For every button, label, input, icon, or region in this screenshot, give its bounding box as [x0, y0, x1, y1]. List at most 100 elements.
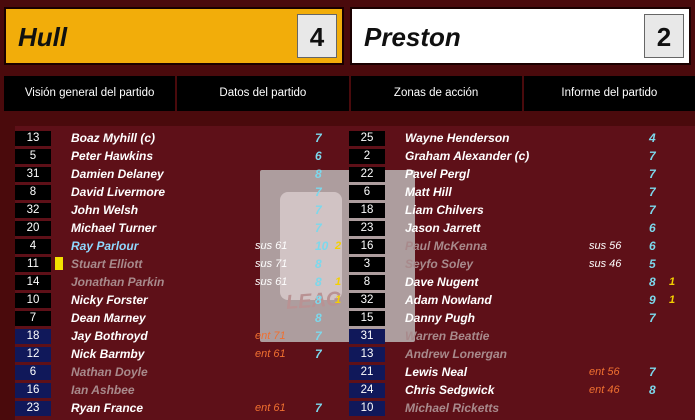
player-name[interactable]: Ryan France	[71, 400, 143, 417]
player-rating: 7	[649, 365, 656, 379]
player-name[interactable]: Nicky Forster	[71, 292, 148, 309]
shirt-number: 11	[15, 257, 51, 272]
yellow-card-icon	[55, 257, 63, 270]
player-name[interactable]: Adam Nowland	[405, 292, 492, 309]
home-player-row[interactable]: 10 Nicky Forster 8 1	[15, 292, 345, 309]
player-name[interactable]: Danny Pugh	[405, 310, 475, 327]
player-name[interactable]: Graham Alexander (c)	[405, 148, 529, 165]
player-name[interactable]: Matt Hill	[405, 184, 452, 201]
player-name[interactable]: Warren Beattie	[405, 328, 489, 345]
player-name[interactable]: Nick Barmby	[71, 346, 144, 363]
shirt-number: 8	[349, 275, 385, 290]
substitution-event: sus 46	[589, 258, 622, 270]
player-name[interactable]: Paul McKenna	[405, 238, 487, 255]
away-player-row[interactable]: 22 Pavel Pergl 7	[349, 166, 679, 183]
tab-match-report[interactable]: Informe del partido	[523, 76, 695, 111]
home-player-row[interactable]: 8 David Livermore 7	[15, 184, 345, 201]
player-name[interactable]: Lewis Neal	[405, 364, 467, 381]
player-name[interactable]: Chris Sedgwick	[405, 382, 494, 399]
shirt-number: 16	[15, 383, 51, 398]
player-rating: 8	[315, 257, 322, 271]
away-score: 2	[644, 14, 684, 58]
away-player-row[interactable]: 15 Danny Pugh 7	[349, 310, 679, 327]
substitution-event: ent 61	[255, 348, 286, 360]
player-rating: 8	[315, 293, 322, 307]
shirt-number: 10	[349, 401, 385, 416]
player-name[interactable]: Liam Chilvers	[405, 202, 484, 219]
shirt-number: 8	[15, 185, 51, 200]
home-player-row[interactable]: 5 Peter Hawkins 6	[15, 148, 345, 165]
home-player-row[interactable]: 6 Nathan Doyle	[15, 364, 345, 381]
away-player-row[interactable]: 3 Seyfo Soley sus 46 5	[349, 256, 679, 273]
home-player-row[interactable]: 20 Michael Turner 7	[15, 220, 345, 237]
player-name[interactable]: Stuart Elliott	[71, 256, 142, 273]
lineups-panel: LEAG 13 Boaz Myhill (c) 7 5 Peter Hawkins 6 31…	[15, 126, 695, 420]
player-rating: 8	[649, 275, 656, 289]
away-player-row[interactable]: 32 Adam Nowland 9 1	[349, 292, 679, 309]
away-player-row[interactable]: 6 Matt Hill 7	[349, 184, 679, 201]
home-player-row[interactable]: 32 John Welsh 7	[15, 202, 345, 219]
away-team-header: Preston 2	[350, 7, 691, 65]
away-player-row[interactable]: 24 Chris Sedgwick ent 46 8	[349, 382, 679, 399]
away-player-row[interactable]: 13 Andrew Lonergan	[349, 346, 679, 363]
player-name[interactable]: Dean Marney	[71, 310, 146, 327]
tab-match-stats[interactable]: Datos del partido	[177, 76, 351, 111]
shirt-number: 18	[15, 329, 51, 344]
away-player-row[interactable]: 8 Dave Nugent 8 1	[349, 274, 679, 291]
player-name[interactable]: Jonathan Parkin	[71, 274, 164, 291]
away-player-row[interactable]: 31 Warren Beattie	[349, 328, 679, 345]
player-rating: 8	[315, 311, 322, 325]
player-name[interactable]: Damien Delaney	[71, 166, 164, 183]
player-name[interactable]: Wayne Henderson	[405, 130, 509, 147]
away-player-row[interactable]: 25 Wayne Henderson 4	[349, 130, 679, 147]
shirt-number: 5	[15, 149, 51, 164]
player-name[interactable]: Peter Hawkins	[71, 148, 153, 165]
player-rating: 7	[649, 185, 656, 199]
player-name[interactable]: Jay Bothroyd	[71, 328, 148, 345]
player-name[interactable]: David Livermore	[71, 184, 165, 201]
home-score: 4	[297, 14, 337, 58]
player-name[interactable]: Jason Jarrett	[405, 220, 480, 237]
home-player-row[interactable]: 12 Nick Barmby ent 61 7	[15, 346, 345, 363]
away-player-row[interactable]: 18 Liam Chilvers 7	[349, 202, 679, 219]
away-player-row[interactable]: 21 Lewis Neal ent 56 7	[349, 364, 679, 381]
tab-match-overview[interactable]: Visión general del partido	[4, 76, 178, 111]
home-player-row[interactable]: 31 Damien Delaney 8	[15, 166, 345, 183]
shirt-number: 32	[349, 293, 385, 308]
player-name[interactable]: Andrew Lonergan	[405, 346, 507, 363]
tab-action-zones[interactable]: Zonas de acción	[350, 76, 524, 111]
player-rating: 9	[649, 293, 656, 307]
home-player-row[interactable]: 7 Dean Marney 8	[15, 310, 345, 327]
away-player-row[interactable]: 16 Paul McKenna sus 56 6	[349, 238, 679, 255]
player-name[interactable]: Nathan Doyle	[71, 364, 148, 381]
home-player-row[interactable]: 14 Jonathan Parkin sus 61 8 1	[15, 274, 345, 291]
shirt-number: 4	[15, 239, 51, 254]
player-rating: 6	[315, 149, 322, 163]
shirt-number: 10	[15, 293, 51, 308]
substitution-event: sus 61	[255, 276, 288, 288]
goals-count: 1	[669, 294, 676, 306]
home-player-row[interactable]: 23 Ryan France ent 61 7	[15, 400, 345, 417]
player-rating: 7	[649, 203, 656, 217]
player-name[interactable]: Boaz Myhill (c)	[71, 130, 155, 147]
shirt-number: 25	[349, 131, 385, 146]
home-player-row[interactable]: 16 Ian Ashbee	[15, 382, 345, 399]
player-name[interactable]: Michael Ricketts	[405, 400, 499, 417]
player-name[interactable]: John Welsh	[71, 202, 138, 219]
player-name[interactable]: Michael Turner	[71, 220, 156, 237]
home-player-row[interactable]: 13 Boaz Myhill (c) 7	[15, 130, 345, 147]
player-name[interactable]: Ray Parlour	[71, 238, 138, 255]
shirt-number: 12	[15, 347, 51, 362]
shirt-number: 23	[15, 401, 51, 416]
away-player-row[interactable]: 2 Graham Alexander (c) 7	[349, 148, 679, 165]
player-name[interactable]: Ian Ashbee	[71, 382, 135, 399]
player-name[interactable]: Dave Nugent	[405, 274, 478, 291]
player-rating: 7	[315, 221, 322, 235]
home-player-row[interactable]: 18 Jay Bothroyd ent 71 7	[15, 328, 345, 345]
home-player-row[interactable]: 11 Stuart Elliott sus 71 8	[15, 256, 345, 273]
player-name[interactable]: Seyfo Soley	[405, 256, 473, 273]
away-player-row[interactable]: 10 Michael Ricketts	[349, 400, 679, 417]
home-player-row[interactable]: 4 Ray Parlour sus 61 10 2	[15, 238, 345, 255]
away-player-row[interactable]: 23 Jason Jarrett 6	[349, 220, 679, 237]
player-name[interactable]: Pavel Pergl	[405, 166, 470, 183]
